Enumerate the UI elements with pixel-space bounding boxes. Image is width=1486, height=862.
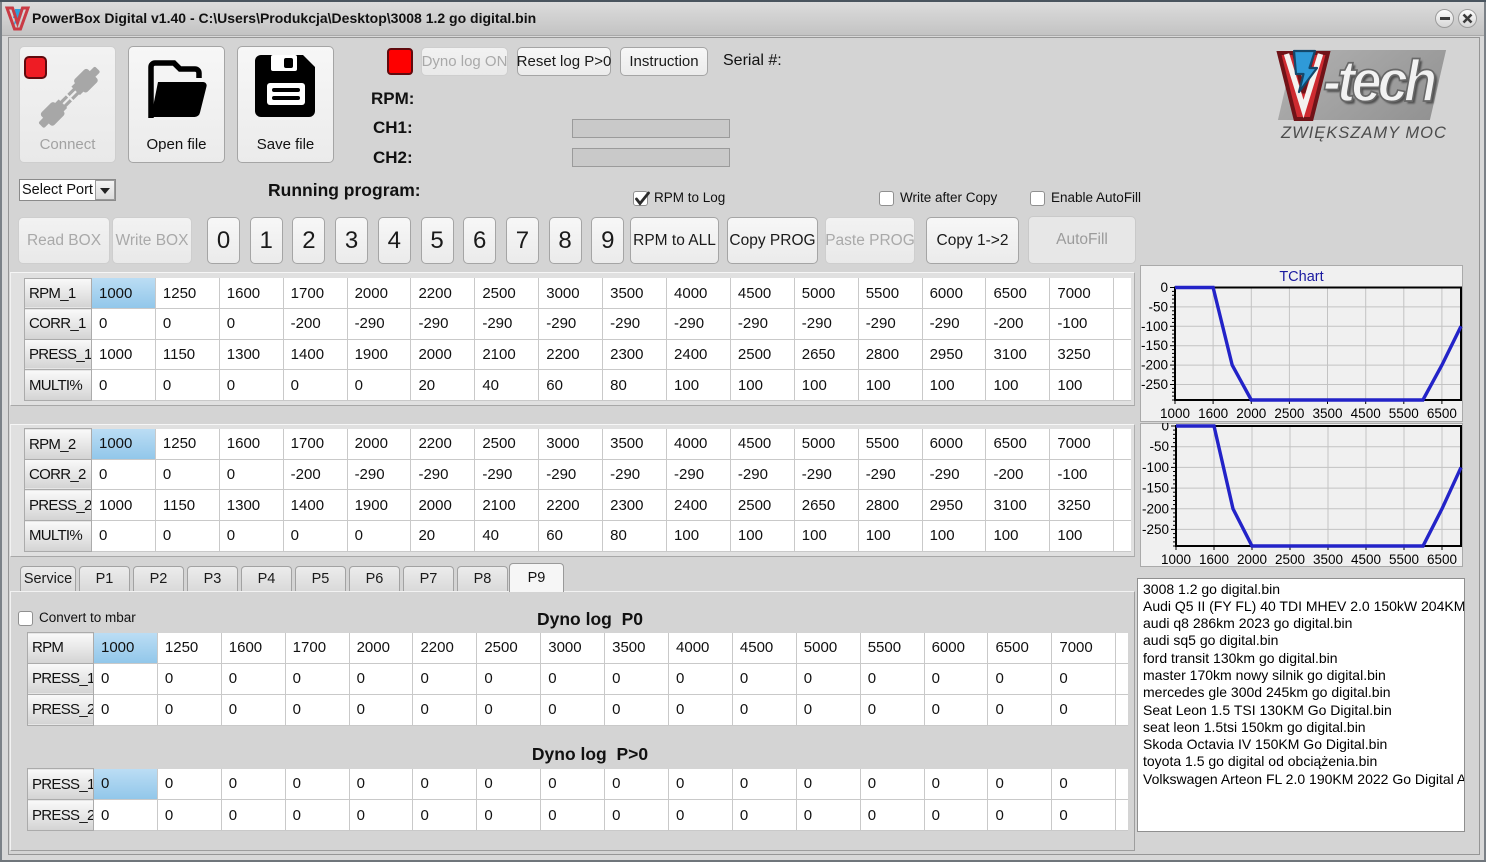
svg-text:1000: 1000 bbox=[1161, 552, 1191, 567]
svg-text:2000: 2000 bbox=[1236, 406, 1266, 421]
svg-text:-100: -100 bbox=[1142, 460, 1169, 475]
svg-text:6500: 6500 bbox=[1427, 406, 1457, 421]
svg-text:-150: -150 bbox=[1141, 338, 1168, 353]
svg-text:-100: -100 bbox=[1141, 319, 1168, 334]
svg-text:-50: -50 bbox=[1149, 439, 1169, 454]
svg-text:1000: 1000 bbox=[1160, 406, 1190, 421]
svg-text:-50: -50 bbox=[1148, 299, 1168, 314]
svg-text:5500: 5500 bbox=[1389, 552, 1419, 567]
svg-text:6500: 6500 bbox=[1427, 552, 1457, 567]
svg-text:-150: -150 bbox=[1142, 481, 1169, 496]
svg-text:3500: 3500 bbox=[1313, 552, 1343, 567]
svg-text:0: 0 bbox=[1160, 280, 1168, 295]
svg-text:2500: 2500 bbox=[1275, 552, 1305, 567]
svg-text:1600: 1600 bbox=[1199, 552, 1229, 567]
svg-text:0: 0 bbox=[1161, 423, 1169, 434]
svg-text:2500: 2500 bbox=[1274, 406, 1304, 421]
svg-text:4500: 4500 bbox=[1351, 552, 1381, 567]
svg-text:5500: 5500 bbox=[1389, 406, 1419, 421]
svg-text:-250: -250 bbox=[1141, 377, 1168, 392]
svg-text:1600: 1600 bbox=[1198, 406, 1228, 421]
svg-text:-200: -200 bbox=[1142, 501, 1169, 516]
svg-text:-200: -200 bbox=[1141, 358, 1168, 373]
svg-text:2000: 2000 bbox=[1237, 552, 1267, 567]
svg-text:3500: 3500 bbox=[1312, 406, 1342, 421]
svg-text:4500: 4500 bbox=[1351, 406, 1381, 421]
svg-text:-250: -250 bbox=[1142, 522, 1169, 537]
